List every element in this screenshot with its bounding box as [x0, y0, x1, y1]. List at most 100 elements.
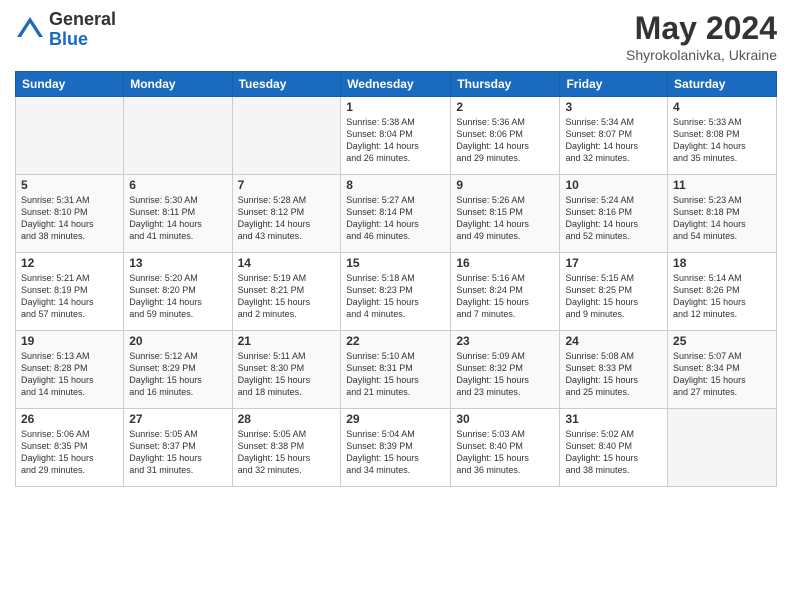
day-number: 17 — [565, 256, 662, 270]
day-info: Sunrise: 5:15 AM Sunset: 8:25 PM Dayligh… — [565, 272, 662, 321]
logo: General Blue — [15, 10, 116, 50]
day-cell: 1Sunrise: 5:38 AM Sunset: 8:04 PM Daylig… — [341, 97, 451, 175]
day-cell: 8 Sunrise: 5:27 AM Sunset: 8:14 PM Daylig… — [341, 175, 451, 253]
day-info: Sunrise: 5:30 AM Sunset: 8:11 PM Dayligh… — [129, 194, 226, 243]
col-header-saturday: Saturday — [668, 72, 777, 97]
day-info: Sunrise: 5:18 AM Sunset: 8:23 PM Dayligh… — [346, 272, 445, 321]
day-info: Sunrise: 5:03 AM Sunset: 8:40 PM Dayligh… — [456, 428, 554, 477]
day-cell: 7Sunrise: 5:28 AM Sunset: 8:12 PM Daylig… — [232, 175, 341, 253]
day-info: Sunrise: 5:05 AM Sunset: 8:38 PM Dayligh… — [238, 428, 336, 477]
day-info: Sunrise: 5:31 AM Sunset: 8:10 PM Dayligh… — [21, 194, 118, 243]
week-row-1: 1Sunrise: 5:38 AM Sunset: 8:04 PM Daylig… — [16, 97, 777, 175]
day-cell — [124, 97, 232, 175]
day-info: Sunrise: 5:21 AM Sunset: 8:19 PM Dayligh… — [21, 272, 118, 321]
day-number: 26 — [21, 412, 118, 426]
day-cell: 31 Sunrise: 5:02 AM Sunset: 8:40 PM Dayli… — [560, 409, 668, 487]
day-cell: 11Sunrise: 5:23 AM Sunset: 8:18 PM Dayli… — [668, 175, 777, 253]
day-cell: 23Sunrise: 5:09 AM Sunset: 8:32 PM Dayli… — [451, 331, 560, 409]
day-cell: 20 Sunrise: 5:12 AM Sunset: 8:29 PM Dayli… — [124, 331, 232, 409]
col-header-sunday: Sunday — [16, 72, 124, 97]
day-number: 4 — [673, 100, 771, 114]
day-number: 2 — [456, 100, 554, 114]
day-info: Sunrise: 5:05 AM Sunset: 8:37 PM Dayligh… — [129, 428, 226, 477]
day-cell: 10 Sunrise: 5:24 AM Sunset: 8:16 PM Dayli… — [560, 175, 668, 253]
logo-blue: Blue — [49, 30, 116, 50]
col-header-thursday: Thursday — [451, 72, 560, 97]
day-number: 31 — [565, 412, 662, 426]
logo-general: General — [49, 10, 116, 30]
day-cell: 16 Sunrise: 5:16 AM Sunset: 8:24 PM Dayli… — [451, 253, 560, 331]
day-info: Sunrise: 5:16 AM Sunset: 8:24 PM Dayligh… — [456, 272, 554, 321]
day-cell: 2 Sunrise: 5:36 AM Sunset: 8:06 PM Daylig… — [451, 97, 560, 175]
logo-text: General Blue — [49, 10, 116, 50]
day-info: Sunrise: 5:26 AM Sunset: 8:15 PM Dayligh… — [456, 194, 554, 243]
day-info: Sunrise: 5:20 AM Sunset: 8:20 PM Dayligh… — [129, 272, 226, 321]
day-number: 10 — [565, 178, 662, 192]
day-number: 19 — [21, 334, 118, 348]
day-info: Sunrise: 5:27 AM Sunset: 8:14 PM Dayligh… — [346, 194, 445, 243]
day-cell: 4 Sunrise: 5:33 AM Sunset: 8:08 PM Daylig… — [668, 97, 777, 175]
day-info: Sunrise: 5:10 AM Sunset: 8:31 PM Dayligh… — [346, 350, 445, 399]
day-info: Sunrise: 5:12 AM Sunset: 8:29 PM Dayligh… — [129, 350, 226, 399]
col-header-monday: Monday — [124, 72, 232, 97]
col-header-tuesday: Tuesday — [232, 72, 341, 97]
day-number: 22 — [346, 334, 445, 348]
day-number: 18 — [673, 256, 771, 270]
day-info: Sunrise: 5:11 AM Sunset: 8:30 PM Dayligh… — [238, 350, 336, 399]
day-info: Sunrise: 5:23 AM Sunset: 8:18 PM Dayligh… — [673, 194, 771, 243]
day-number: 14 — [238, 256, 336, 270]
day-info: Sunrise: 5:04 AM Sunset: 8:39 PM Dayligh… — [346, 428, 445, 477]
day-cell: 6 Sunrise: 5:30 AM Sunset: 8:11 PM Daylig… — [124, 175, 232, 253]
week-row-4: 19 Sunrise: 5:13 AM Sunset: 8:28 PM Dayli… — [16, 331, 777, 409]
day-cell: 3Sunrise: 5:34 AM Sunset: 8:07 PM Daylig… — [560, 97, 668, 175]
day-cell: 21Sunrise: 5:11 AM Sunset: 8:30 PM Dayli… — [232, 331, 341, 409]
day-number: 15 — [346, 256, 445, 270]
day-cell: 30Sunrise: 5:03 AM Sunset: 8:40 PM Dayli… — [451, 409, 560, 487]
day-info: Sunrise: 5:02 AM Sunset: 8:40 PM Dayligh… — [565, 428, 662, 477]
day-cell: 12 Sunrise: 5:21 AM Sunset: 8:19 PM Dayli… — [16, 253, 124, 331]
day-cell: 27 Sunrise: 5:05 AM Sunset: 8:37 PM Dayli… — [124, 409, 232, 487]
month-title: May 2024 — [626, 10, 777, 47]
day-cell — [16, 97, 124, 175]
day-cell: 5Sunrise: 5:31 AM Sunset: 8:10 PM Daylig… — [16, 175, 124, 253]
day-cell: 25Sunrise: 5:07 AM Sunset: 8:34 PM Dayli… — [668, 331, 777, 409]
col-header-friday: Friday — [560, 72, 668, 97]
day-cell: 19 Sunrise: 5:13 AM Sunset: 8:28 PM Dayli… — [16, 331, 124, 409]
day-cell: 29Sunrise: 5:04 AM Sunset: 8:39 PM Dayli… — [341, 409, 451, 487]
day-info: Sunrise: 5:14 AM Sunset: 8:26 PM Dayligh… — [673, 272, 771, 321]
day-number: 20 — [129, 334, 226, 348]
calendar-table: SundayMondayTuesdayWednesdayThursdayFrid… — [15, 71, 777, 487]
day-cell: 28 Sunrise: 5:05 AM Sunset: 8:38 PM Dayli… — [232, 409, 341, 487]
day-number: 27 — [129, 412, 226, 426]
day-info: Sunrise: 5:08 AM Sunset: 8:33 PM Dayligh… — [565, 350, 662, 399]
week-row-5: 26 Sunrise: 5:06 AM Sunset: 8:35 PM Dayli… — [16, 409, 777, 487]
day-cell: 14 Sunrise: 5:19 AM Sunset: 8:21 PM Dayli… — [232, 253, 341, 331]
day-cell: 15 Sunrise: 5:18 AM Sunset: 8:23 PM Dayli… — [341, 253, 451, 331]
day-number: 23 — [456, 334, 554, 348]
week-row-2: 5Sunrise: 5:31 AM Sunset: 8:10 PM Daylig… — [16, 175, 777, 253]
day-info: Sunrise: 5:06 AM Sunset: 8:35 PM Dayligh… — [21, 428, 118, 477]
day-cell: 22 Sunrise: 5:10 AM Sunset: 8:31 PM Dayli… — [341, 331, 451, 409]
header-row: SundayMondayTuesdayWednesdayThursdayFrid… — [16, 72, 777, 97]
day-info: Sunrise: 5:13 AM Sunset: 8:28 PM Dayligh… — [21, 350, 118, 399]
day-number: 12 — [21, 256, 118, 270]
day-number: 28 — [238, 412, 336, 426]
day-info: Sunrise: 5:34 AM Sunset: 8:07 PM Dayligh… — [565, 116, 662, 165]
day-cell: 13Sunrise: 5:20 AM Sunset: 8:20 PM Dayli… — [124, 253, 232, 331]
page: General Blue May 2024 Shyrokolanivka, Uk… — [0, 0, 792, 612]
day-cell — [232, 97, 341, 175]
day-info: Sunrise: 5:38 AM Sunset: 8:04 PM Dayligh… — [346, 116, 445, 165]
col-header-wednesday: Wednesday — [341, 72, 451, 97]
day-number: 6 — [129, 178, 226, 192]
day-info: Sunrise: 5:24 AM Sunset: 8:16 PM Dayligh… — [565, 194, 662, 243]
day-cell: 18 Sunrise: 5:14 AM Sunset: 8:26 PM Dayli… — [668, 253, 777, 331]
day-number: 8 — [346, 178, 445, 192]
day-number: 16 — [456, 256, 554, 270]
day-cell: 24Sunrise: 5:08 AM Sunset: 8:33 PM Dayli… — [560, 331, 668, 409]
week-row-3: 12 Sunrise: 5:21 AM Sunset: 8:19 PM Dayli… — [16, 253, 777, 331]
day-info: Sunrise: 5:36 AM Sunset: 8:06 PM Dayligh… — [456, 116, 554, 165]
day-info: Sunrise: 5:19 AM Sunset: 8:21 PM Dayligh… — [238, 272, 336, 321]
day-info: Sunrise: 5:07 AM Sunset: 8:34 PM Dayligh… — [673, 350, 771, 399]
day-info: Sunrise: 5:33 AM Sunset: 8:08 PM Dayligh… — [673, 116, 771, 165]
title-block: May 2024 Shyrokolanivka, Ukraine — [626, 10, 777, 63]
